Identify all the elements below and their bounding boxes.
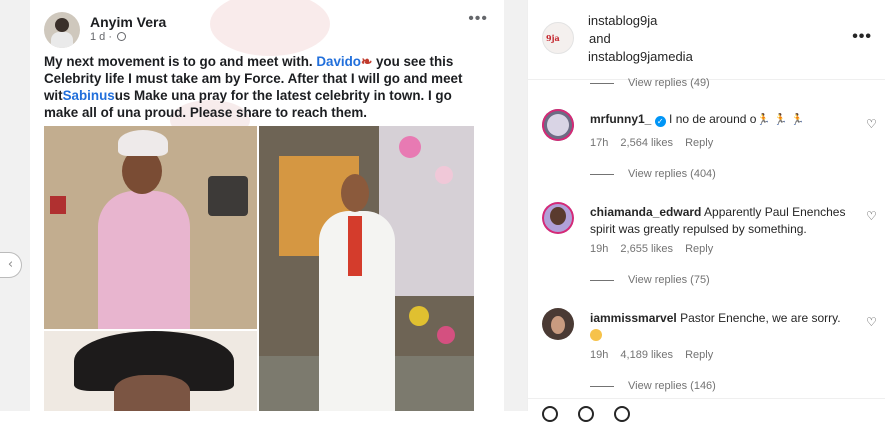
photo-person-white-robe	[259, 126, 474, 411]
post-image: Anyim Vera 1 d · ••• My next movement is…	[0, 0, 527, 411]
share-icon[interactable]	[614, 406, 630, 422]
more-options-icon[interactable]: •••	[852, 28, 872, 46]
view-replies-button[interactable]: View replies (404)	[590, 168, 716, 180]
reply-button[interactable]: Reply	[685, 137, 713, 149]
view-replies-button[interactable]: View replies (49)	[590, 77, 710, 89]
post-time-label: 1 d	[90, 31, 106, 43]
post-header: 9ja instablog9ja and instablog9jamedia •…	[528, 0, 885, 80]
comment-meta: 17h 2,564 likes Reply	[590, 137, 722, 149]
mention-link: Davido	[316, 54, 361, 69]
comment-body: Pastor Enenche, we are sorry.	[680, 311, 841, 325]
comment-likes-link[interactable]: 2,655 likes	[620, 243, 673, 255]
more-options-icon: •••	[468, 10, 488, 27]
comment-username-link[interactable]: chiamanda_edward	[590, 205, 701, 219]
avatar[interactable]	[542, 109, 574, 141]
comment-text: mrfunny1_ ✓ I no de around o🏃 🏃 🏃	[590, 111, 856, 128]
post-text-part: My next movement is to go and meet with.	[44, 54, 317, 69]
like-heart-icon[interactable]	[542, 406, 558, 422]
comment-body: I no de around o	[669, 112, 757, 126]
facebook-post-screenshot: Anyim Vera 1 d · ••• My next movement is…	[30, 0, 504, 411]
owner-and-label: and	[589, 31, 611, 46]
comment-username-link[interactable]: iammissmarvel	[590, 311, 677, 325]
globe-icon	[117, 32, 127, 41]
like-heart-icon[interactable]: ♡	[866, 118, 879, 130]
previous-arrow-button[interactable]: ‹	[0, 252, 22, 278]
divider	[590, 173, 614, 175]
comment-age: 19h	[590, 349, 609, 361]
comment-age: 19h	[590, 243, 609, 255]
action-bar	[528, 398, 885, 422]
heart-emoji-icon: ❧	[360, 54, 373, 69]
avatar[interactable]: 9ja	[542, 22, 574, 54]
photo-person-black-hat	[44, 331, 257, 411]
comment-likes-link[interactable]: 2,564 likes	[620, 137, 673, 149]
avatar	[44, 12, 80, 48]
view-replies-label: View replies (49)	[628, 77, 710, 89]
comments-panel: 9ja instablog9ja and instablog9jamedia •…	[527, 0, 885, 422]
comment-age: 17h	[590, 137, 609, 149]
verified-badge-icon: ✓	[654, 116, 666, 127]
comment-username-link[interactable]: mrfunny1_	[590, 112, 651, 126]
like-heart-icon[interactable]: ♡	[866, 210, 879, 222]
comment-meta: 19h 4,189 likes Reply	[590, 349, 722, 361]
divider	[590, 385, 614, 387]
photo-woman-pink-dress	[44, 126, 257, 329]
view-replies-button[interactable]: View replies (75)	[590, 274, 710, 286]
comment-text: iammissmarvel Pastor Enenche, we are sor…	[590, 310, 856, 344]
owner-username-link[interactable]: instablog9jamedia	[588, 48, 693, 66]
avatar-logo-text: 9ja	[546, 33, 560, 43]
view-replies-label: View replies (75)	[628, 274, 710, 286]
post-author-name: Anyim Vera	[90, 14, 167, 30]
comment-likes-link[interactable]: 4,189 likes	[620, 349, 673, 361]
avatar[interactable]	[542, 202, 574, 234]
divider	[590, 279, 614, 281]
divider	[590, 82, 614, 84]
post-owner-names: instablog9ja and instablog9jamedia	[588, 12, 693, 66]
comment-meta: 19h 2,655 likes Reply	[590, 243, 722, 255]
view-replies-button[interactable]: View replies (146)	[590, 380, 716, 392]
view-replies-label: View replies (404)	[628, 168, 716, 180]
like-heart-icon[interactable]: ♡	[866, 316, 879, 328]
mention-link: Sabinus	[62, 88, 115, 103]
comment-text: chiamanda_edward Apparently Paul Enenche…	[590, 204, 856, 238]
post-timestamp: 1 d ·	[90, 31, 127, 43]
owner-username-link[interactable]: instablog9ja	[588, 12, 693, 30]
runner-emoji-icon: 🏃 🏃 🏃	[756, 113, 805, 126]
reply-button[interactable]: Reply	[685, 349, 713, 361]
post-text: My next movement is to go and meet with.…	[44, 53, 474, 121]
watermark-logo	[210, 0, 330, 56]
sad-face-emoji-icon	[590, 329, 602, 341]
comment-bubble-icon[interactable]	[578, 406, 594, 422]
reply-button[interactable]: Reply	[685, 243, 713, 255]
avatar[interactable]	[542, 308, 574, 340]
view-replies-label: View replies (146)	[628, 380, 716, 392]
